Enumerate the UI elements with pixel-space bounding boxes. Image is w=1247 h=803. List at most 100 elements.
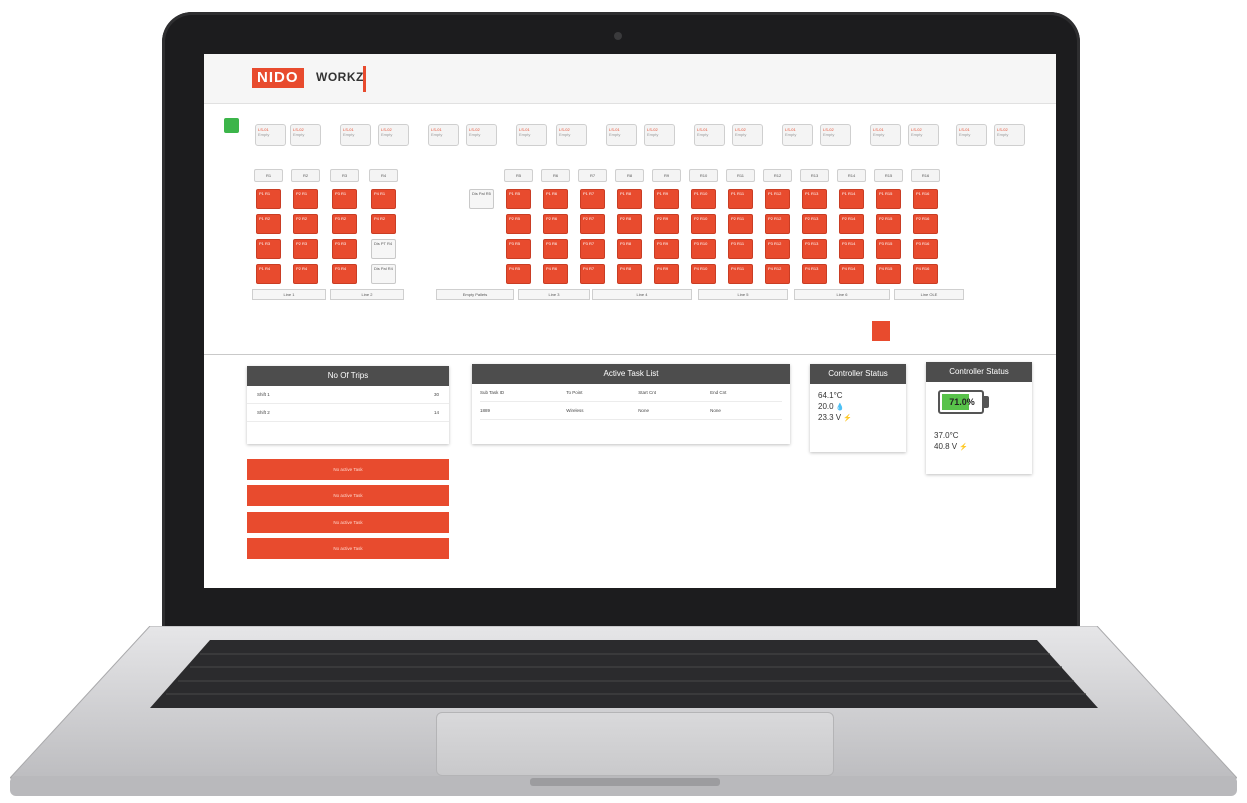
pallet-slot[interactable]: P1 R10 — [691, 189, 716, 209]
pallet-slot[interactable]: P3 R12 — [765, 239, 790, 259]
pallet-slot[interactable]: P2 R14 — [839, 214, 864, 234]
pallet-slot[interactable]: P2 R7 — [580, 214, 605, 234]
pallet-slot[interactable]: Dis PT R4 — [371, 239, 396, 259]
pallet-slot[interactable]: P4 R1 — [371, 189, 396, 209]
controller-voltage-row: 23.3 V ⚡ — [810, 412, 906, 423]
station-button[interactable]: LS-02 Empty — [994, 124, 1025, 146]
pallet-slot[interactable]: P1 R1 — [256, 189, 281, 209]
slot-label: Dis Pal R5 — [472, 191, 491, 196]
slot-label: P1 R9 — [657, 191, 669, 196]
station-button[interactable]: LS-01 Empty — [870, 124, 901, 146]
pallet-slot[interactable]: P3 R4 — [332, 264, 357, 284]
pallet-slot[interactable]: P2 R10 — [691, 214, 716, 234]
pallet-slot[interactable]: Dis Pal R4 — [371, 264, 396, 284]
pallet-slot[interactable]: P4 R8 — [617, 264, 642, 284]
pallet-slot[interactable]: P1 R14 — [839, 189, 864, 209]
pallet-slot[interactable]: P1 R2 — [256, 214, 281, 234]
station-button[interactable]: LS-01 Empty — [606, 124, 637, 146]
pallet-slot[interactable]: P1 R7 — [580, 189, 605, 209]
pallet-slot[interactable]: P1 R15 — [876, 189, 901, 209]
pallet-slot[interactable]: P3 R9 — [654, 239, 679, 259]
pallet-slot[interactable]: P4 R15 — [876, 264, 901, 284]
pallet-slot[interactable]: P1 R8 — [617, 189, 642, 209]
pallet-slot[interactable]: P1 R3 — [256, 239, 281, 259]
pallet-slot[interactable]: P1 R12 — [765, 189, 790, 209]
station-button[interactable]: LS-01 Empty — [516, 124, 547, 146]
pallet-slot[interactable]: P3 R11 — [728, 239, 753, 259]
station-button[interactable]: LS-02 Empty — [556, 124, 587, 146]
station-button[interactable]: LS-01 Empty — [694, 124, 725, 146]
pallet-slot[interactable]: P2 R12 — [765, 214, 790, 234]
pallet-slot[interactable]: P4 R16 — [913, 264, 938, 284]
pallet-slot[interactable]: P2 R1 — [293, 189, 318, 209]
no-active-task-button[interactable]: No active Task — [247, 485, 449, 506]
pallet-slot[interactable]: P2 R16 — [913, 214, 938, 234]
trips-panel: No Of Trips Shift 1 30 Shift 2 14 — [247, 366, 449, 444]
pallet-slot[interactable]: P4 R2 — [371, 214, 396, 234]
pallet-slot[interactable]: P1 R4 — [256, 264, 281, 284]
station-button[interactable]: LS-02 Empty — [732, 124, 763, 146]
pallet-slot[interactable]: P3 R7 — [580, 239, 605, 259]
lightning-icon: ⚡ — [843, 415, 852, 422]
slot-label: P4 R6 — [546, 266, 558, 271]
station-button[interactable]: LS-02 Empty — [908, 124, 939, 146]
pallet-slot[interactable]: P3 R1 — [332, 189, 357, 209]
station-button[interactable]: LS-01 Empty — [782, 124, 813, 146]
station-button[interactable]: LS-02 Empty — [466, 124, 497, 146]
pallet-slot[interactable]: P1 R9 — [654, 189, 679, 209]
station-state: Empty — [381, 131, 393, 137]
station-button[interactable]: LS-02 Empty — [820, 124, 851, 146]
column-header: R10 — [689, 169, 718, 182]
pallet-slot[interactable]: P3 R2 — [332, 214, 357, 234]
pallet-slot[interactable]: P4 R7 — [580, 264, 605, 284]
pallet-slot[interactable]: P3 R6 — [543, 239, 568, 259]
slot-label: P3 R13 — [805, 241, 819, 246]
table-row: Shift 1 30 — [247, 386, 449, 404]
slot-label: P2 R2 — [296, 216, 308, 221]
pallet-slot[interactable]: P2 R6 — [543, 214, 568, 234]
station-button[interactable]: LS-01 Empty — [340, 124, 371, 146]
pallet-slot[interactable]: P3 R10 — [691, 239, 716, 259]
pallet-slot[interactable]: Dis Pal R5 — [469, 189, 494, 209]
pallet-slot[interactable]: P2 R5 — [506, 214, 531, 234]
no-active-task-button[interactable]: No active Task — [247, 538, 449, 559]
pallet-slot[interactable]: P2 R13 — [802, 214, 827, 234]
station-button[interactable]: LS-02 Empty — [644, 124, 675, 146]
no-active-task-button[interactable]: No active Task — [247, 459, 449, 480]
pallet-slot[interactable]: P1 R13 — [802, 189, 827, 209]
no-active-task-button[interactable]: No active Task — [247, 512, 449, 533]
station-button[interactable]: LS-01 Empty — [956, 124, 987, 146]
pallet-slot[interactable]: P2 R4 — [293, 264, 318, 284]
pallet-slot[interactable]: P2 R11 — [728, 214, 753, 234]
pallet-slot[interactable]: P3 R3 — [332, 239, 357, 259]
station-button[interactable]: LS-02 Empty — [290, 124, 321, 146]
pallet-slot[interactable]: P2 R8 — [617, 214, 642, 234]
pallet-slot[interactable]: P2 R9 — [654, 214, 679, 234]
pallet-slot[interactable]: P4 R10 — [691, 264, 716, 284]
pallet-slot[interactable]: P4 R12 — [765, 264, 790, 284]
pallet-slot[interactable]: P1 R16 — [913, 189, 938, 209]
slot-label: P1 R3 — [259, 241, 271, 246]
pallet-slot[interactable]: P2 R3 — [293, 239, 318, 259]
station-button[interactable]: LS-02 Empty — [378, 124, 409, 146]
station-button[interactable]: LS-01 Empty — [428, 124, 459, 146]
logo-divider — [363, 66, 366, 92]
pallet-slot[interactable]: P4 R11 — [728, 264, 753, 284]
pallet-slot[interactable]: P1 R5 — [506, 189, 531, 209]
pallet-slot[interactable]: P4 R5 — [506, 264, 531, 284]
pallet-slot[interactable]: P1 R6 — [543, 189, 568, 209]
pallet-slot[interactable]: P2 R15 — [876, 214, 901, 234]
pallet-slot[interactable]: P4 R14 — [839, 264, 864, 284]
pallet-slot[interactable]: P4 R13 — [802, 264, 827, 284]
pallet-slot[interactable]: P4 R9 — [654, 264, 679, 284]
pallet-slot[interactable]: P3 R13 — [802, 239, 827, 259]
pallet-slot[interactable]: P4 R6 — [543, 264, 568, 284]
station-button[interactable]: LS-01 Empty — [255, 124, 286, 146]
pallet-slot[interactable]: P3 R15 — [876, 239, 901, 259]
pallet-slot[interactable]: P1 R11 — [728, 189, 753, 209]
pallet-slot[interactable]: P3 R8 — [617, 239, 642, 259]
pallet-slot[interactable]: P2 R2 — [293, 214, 318, 234]
pallet-slot[interactable]: P3 R5 — [506, 239, 531, 259]
pallet-slot[interactable]: P3 R16 — [913, 239, 938, 259]
pallet-slot[interactable]: P3 R14 — [839, 239, 864, 259]
